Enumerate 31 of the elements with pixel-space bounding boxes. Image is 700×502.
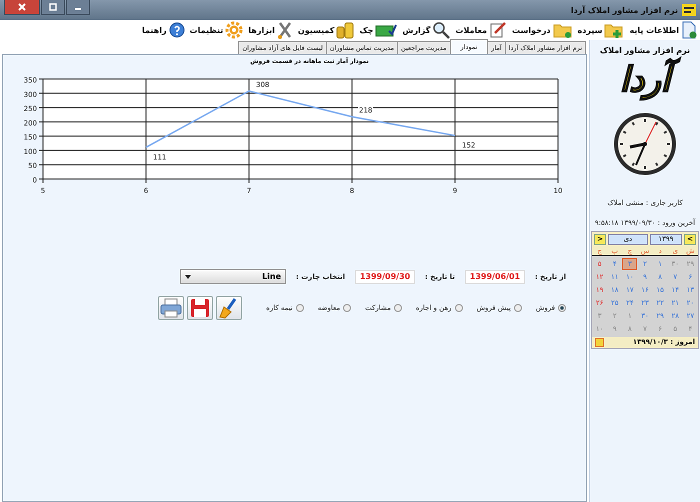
pen-icon: [488, 21, 507, 39]
to-date-field[interactable]: 1399/09/30: [355, 270, 416, 284]
help-icon: [168, 22, 185, 38]
sidebar-title: نرم افزار مشاور املاک: [600, 46, 690, 55]
print-button[interactable]: [158, 296, 184, 320]
gear-icon: [225, 21, 244, 39]
app-icon: [682, 4, 696, 16]
toolbar-button[interactable]: تنظیمات: [188, 21, 244, 39]
caret-icon: [185, 274, 192, 278]
toolbar-button[interactable]: ابزارها: [247, 21, 294, 39]
coins-icon: [336, 21, 354, 39]
toolbar-button[interactable]: گزارش: [401, 21, 452, 39]
toolbar-button[interactable]: اطلاعات پایه: [628, 21, 698, 39]
minimize-icon[interactable]: [66, 0, 90, 15]
search-icon: [432, 21, 450, 39]
toolbar-button[interactable]: کمیسیون: [296, 21, 356, 39]
save-button[interactable]: [187, 296, 214, 320]
toolbar-button[interactable]: راهنما: [141, 22, 186, 38]
clock-drawing: [612, 110, 678, 177]
maximize-icon[interactable]: [41, 0, 65, 15]
today-button[interactable]: [595, 338, 604, 347]
toolbar-button[interactable]: چک: [358, 22, 398, 38]
close-icon[interactable]: [4, 0, 40, 15]
banknote-icon: [375, 22, 398, 38]
clear-button[interactable]: [216, 296, 242, 320]
toolbar-button[interactable]: معاملات: [454, 21, 508, 39]
from-date-field[interactable]: 1399/06/01: [464, 270, 525, 284]
chart-type-dropdown[interactable]: Line: [180, 269, 286, 284]
toolbar-button[interactable]: درخواست: [510, 21, 574, 39]
window-title: نرم افزار مشاور املاک آردا: [570, 6, 678, 14]
tools-icon: [276, 21, 293, 39]
